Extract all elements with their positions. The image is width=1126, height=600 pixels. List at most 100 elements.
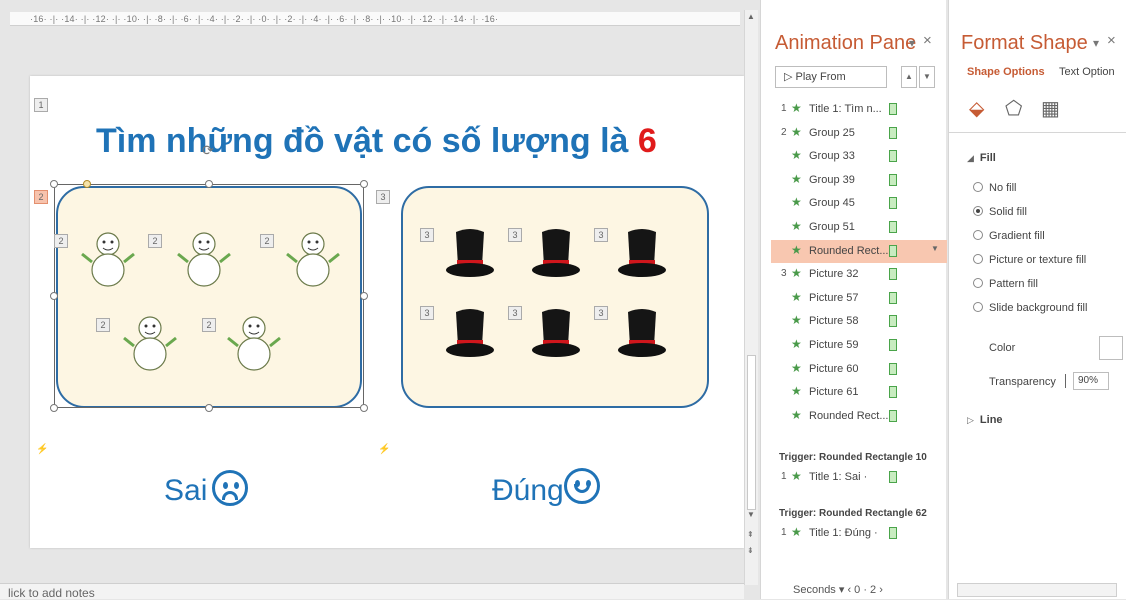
snowman-icon[interactable] — [122, 312, 178, 372]
animation-tag: 1 — [34, 98, 48, 112]
star-icon: ★ — [791, 360, 802, 375]
radio-gradient-fill[interactable]: Gradient fill — [973, 230, 1045, 242]
top-hat-icon[interactable] — [616, 226, 668, 282]
timing-bar — [889, 268, 897, 281]
animation-item[interactable]: ★ Group 45 — [771, 192, 947, 216]
resize-handle[interactable] — [360, 180, 368, 188]
tab-shape-options[interactable]: Shape Options — [967, 66, 1045, 78]
close-icon[interactable]: × — [1107, 32, 1116, 49]
slide-canvas[interactable]: 1 Tìm những đồ vật có số lượng là 6 2 ⟳ … — [30, 76, 744, 548]
star-icon: ★ — [791, 266, 802, 281]
animation-item[interactable]: 3 ★ Picture 32 — [771, 263, 947, 287]
color-label: Color — [989, 342, 1016, 354]
resize-handle[interactable] — [50, 180, 58, 188]
seconds-timeline[interactable]: Seconds ▾ ‹ 0 · 2 › — [793, 583, 883, 596]
star-icon: ★ — [791, 171, 802, 186]
animation-tag-selected: 2 — [34, 190, 48, 204]
resize-handle[interactable] — [50, 292, 58, 300]
animation-item[interactable]: ★ Picture 61 — [771, 381, 947, 405]
animation-item[interactable]: 1 ★ Title 1: Tìm n... — [771, 98, 947, 122]
move-up-button[interactable]: ▲ — [901, 66, 917, 88]
animation-tag: 2 — [96, 318, 110, 332]
slide-editor: ·16· ·|· ·14· ·|· ·12· ·|· ·10· ·|· ·8· … — [0, 0, 758, 600]
top-hat-icon[interactable] — [530, 226, 582, 282]
answer-dung[interactable]: Đúng — [492, 474, 564, 508]
animation-item[interactable]: ★ Group 51 — [771, 216, 947, 240]
prev-slide-icon[interactable]: ⇞ — [747, 530, 754, 539]
star-icon: ★ — [791, 242, 802, 257]
scroll-up-icon[interactable]: ▲ — [747, 12, 755, 21]
animation-item[interactable]: ★ Picture 57 — [771, 287, 947, 311]
format-pane-title: Format Shape — [961, 32, 1088, 54]
vertical-scrollbar[interactable]: ▲ ▼ ⇞ ⇟ — [744, 10, 758, 585]
snowman-box[interactable] — [56, 186, 362, 408]
radio-slide-background-fill[interactable]: Slide background fill — [973, 302, 1087, 314]
fill-line-icon[interactable]: ⬙ — [969, 96, 984, 121]
animation-item[interactable]: ★ Group 39 — [771, 169, 947, 193]
resize-handle[interactable] — [205, 180, 213, 188]
resize-handle[interactable] — [360, 404, 368, 412]
effects-pentagon-icon[interactable]: ⬠ — [1005, 96, 1022, 121]
scroll-thumb[interactable] — [747, 355, 756, 510]
animation-item[interactable]: 1 ★ Title 1: Sai · — [771, 466, 947, 490]
animation-item-selected[interactable]: ★ Rounded Rect... ▼ — [771, 239, 947, 264]
animation-item[interactable]: ★ Picture 59 — [771, 334, 947, 358]
hat-box[interactable] — [401, 186, 709, 408]
animation-tag: 3 — [376, 190, 390, 204]
timing-bar — [889, 197, 897, 210]
timing-bar — [889, 103, 897, 115]
snowman-icon[interactable] — [80, 228, 136, 288]
star-icon: ★ — [791, 336, 802, 351]
animation-item[interactable]: ★ Rounded Rect... — [771, 405, 947, 429]
tab-text-options[interactable]: Text Option — [1059, 66, 1115, 78]
sad-face-icon — [212, 470, 248, 506]
timing-bar — [889, 244, 897, 257]
animation-item[interactable]: ★ Picture 60 — [771, 358, 947, 382]
snowman-icon[interactable] — [285, 228, 341, 288]
animation-item[interactable]: ★ Picture 58 — [771, 310, 947, 334]
adjust-handle[interactable] — [83, 180, 91, 188]
close-icon[interactable]: × — [923, 32, 932, 49]
animation-tag: 3 — [420, 306, 434, 320]
notes-pane[interactable]: lick to add notes — [0, 583, 744, 600]
transparency-slider[interactable] — [1065, 374, 1069, 388]
top-hat-icon[interactable] — [616, 306, 668, 362]
resize-handle[interactable] — [205, 404, 213, 412]
star-icon: ★ — [791, 101, 802, 115]
pane-options-icon[interactable]: ▾ — [909, 36, 915, 50]
title-number: 6 — [637, 122, 657, 160]
radio-solid-fill[interactable]: Solid fill — [973, 206, 1027, 218]
rotate-handle-icon[interactable]: ⟳ — [202, 142, 216, 158]
timing-bar — [889, 409, 897, 422]
size-properties-icon[interactable]: ▦ — [1041, 96, 1060, 121]
radio-picture-fill[interactable]: Picture or texture fill — [973, 254, 1086, 266]
answer-sai[interactable]: Sai — [164, 474, 207, 508]
animation-pane-title: Animation Pane — [775, 32, 917, 54]
star-icon: ★ — [791, 289, 802, 304]
radio-no-fill[interactable]: No fill — [973, 182, 1017, 194]
timing-bar — [889, 220, 897, 233]
next-slide-icon[interactable]: ⇟ — [747, 546, 754, 555]
top-hat-icon[interactable] — [444, 226, 496, 282]
transparency-input[interactable]: 90% — [1073, 372, 1109, 390]
top-hat-icon[interactable] — [444, 306, 496, 362]
animation-item[interactable]: ★ Group 33 — [771, 145, 947, 169]
top-hat-icon[interactable] — [530, 306, 582, 362]
fill-section-header[interactable]: ◢ Fill — [967, 152, 996, 164]
scroll-down-icon[interactable]: ▼ — [747, 510, 755, 519]
resize-handle[interactable] — [360, 292, 368, 300]
color-picker[interactable] — [1099, 336, 1123, 360]
snowman-icon[interactable] — [226, 312, 282, 372]
move-down-button[interactable]: ▼ — [919, 66, 935, 88]
horizontal-scrollbar[interactable] — [957, 583, 1117, 597]
snowman-icon[interactable] — [176, 228, 232, 288]
resize-handle[interactable] — [50, 404, 58, 412]
line-section-header[interactable]: ▷ Line — [967, 414, 1003, 426]
slide-title[interactable]: Tìm những đồ vật có số lượng là 6 — [96, 122, 716, 161]
pane-options-icon[interactable]: ▾ — [1093, 36, 1099, 50]
play-from-button[interactable]: ▷ Play From — [775, 66, 887, 88]
animation-list: 1 ★ Title 1: Tìm n... 2 ★ Group 25 ★ Group 33… — [771, 98, 947, 428]
animation-item[interactable]: 1 ★ Title 1: Đúng · — [771, 522, 947, 546]
animation-item[interactable]: 2 ★ Group 25 — [771, 122, 947, 146]
radio-pattern-fill[interactable]: Pattern fill — [973, 278, 1038, 290]
